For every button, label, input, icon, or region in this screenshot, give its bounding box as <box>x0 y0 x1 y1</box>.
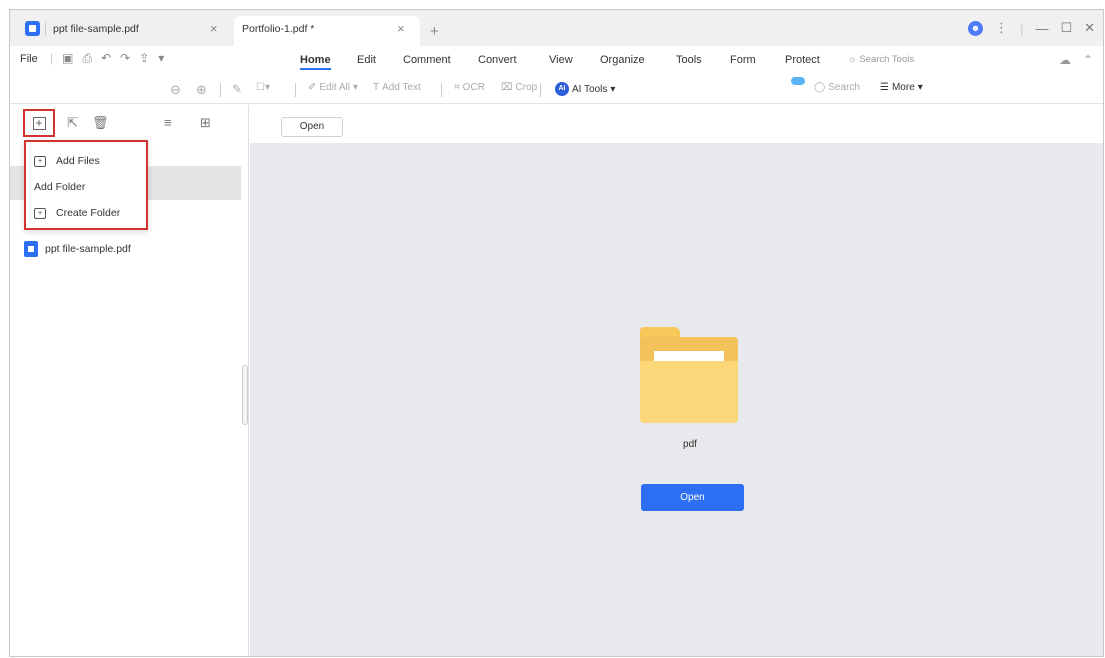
plus-icon: + <box>32 116 46 130</box>
file-item[interactable]: ppt file-sample.pdf <box>24 241 131 257</box>
menu-tools[interactable]: Tools <box>676 54 702 66</box>
ocr-icon: ⌗ <box>454 82 460 93</box>
search-tools[interactable]: ☼ Search Tools <box>848 54 914 65</box>
maximize-icon[interactable]: ☐ <box>1060 20 1072 36</box>
ribbon-toolbar: ⊖ ⊕ ✎ ☐▾ ✐ Edit All ▾ T Add Text ⌗ OCR ⌧ Crop… <box>10 74 1103 104</box>
redo-icon[interactable]: ↷ <box>120 51 130 66</box>
main-content: Open pdf Open <box>250 105 1103 656</box>
grid-view-icon[interactable]: ⊞ <box>200 115 211 131</box>
search-button[interactable]: ◯ Search <box>814 82 860 93</box>
pdf-file-icon <box>24 241 38 257</box>
new-tab-icon[interactable]: + <box>430 23 439 40</box>
close-icon[interactable]: × <box>397 21 405 36</box>
highlight-icon[interactable]: ✎ <box>232 82 242 96</box>
zoom-out-icon[interactable]: ⊖ <box>170 82 181 98</box>
menu-home[interactable]: Home <box>300 54 331 70</box>
menu-protect[interactable]: Protect <box>785 54 820 66</box>
quick-access: | ▣ ⎙ ↶ ↷ ⇪ ▾ <box>50 51 165 66</box>
menu-convert[interactable]: Convert <box>478 54 517 66</box>
text-icon: T <box>373 82 380 93</box>
app-logo-icon <box>25 21 40 36</box>
tab-title: Portfolio-1.pdf * <box>242 23 315 35</box>
menu-view[interactable]: View <box>549 54 573 66</box>
crop-icon: ⌧ <box>501 82 513 93</box>
extract-icon[interactable]: ⇱ <box>67 115 78 131</box>
share-icon[interactable]: ⇪ <box>139 51 149 66</box>
tab-ppt-file-sample[interactable]: ppt file-sample.pdf × <box>10 16 234 46</box>
menu-item-add-files[interactable]: + Add Files <box>26 148 146 174</box>
minimize-icon[interactable]: — <box>1035 21 1048 36</box>
lightbulb-icon: ☼ <box>848 54 857 65</box>
app-window: ppt file-sample.pdf × Portfolio-1.pdf * … <box>9 9 1104 657</box>
kebab-menu-icon[interactable]: ⋮ <box>995 20 1008 36</box>
tab-portfolio[interactable]: Portfolio-1.pdf * × <box>234 16 420 46</box>
shape-icon[interactable]: ☐▾ <box>256 82 270 93</box>
file-item-label: ppt file-sample.pdf <box>45 243 131 255</box>
add-file-icon: + <box>34 155 46 167</box>
cloud-icon[interactable]: ☁ <box>1059 53 1071 67</box>
ai-icon: AI <box>555 82 569 96</box>
edit-all-button[interactable]: ✐ Edit All ▾ <box>308 82 358 93</box>
trash-icon[interactable]: 🗑 <box>92 115 109 131</box>
save-icon[interactable]: ▣ <box>62 51 73 66</box>
folder-label: pdf <box>683 439 697 450</box>
menu-file[interactable]: File <box>20 53 38 65</box>
window-controls: ☻ ⋮ | — ☐ ✕ <box>968 20 1095 36</box>
tab-title: ppt file-sample.pdf <box>53 23 139 35</box>
menu-bar: File | ▣ ⎙ ↶ ↷ ⇪ ▾ Home Edit Comment Con… <box>10 46 1103 74</box>
add-dropdown-menu: + Add Files Add Folder + Create Folder <box>24 140 514 460</box>
ai-tools-button[interactable]: AI AI Tools ▾ <box>555 82 615 96</box>
add-button[interactable]: + <box>23 109 55 137</box>
pencil-icon: ✐ <box>308 82 317 93</box>
collapse-icon[interactable]: ⌃ <box>1083 53 1093 67</box>
panel-resize-handle[interactable] <box>242 365 248 425</box>
add-text-button[interactable]: T Add Text <box>373 82 421 93</box>
menu-item-create-folder[interactable]: + Create Folder <box>26 200 146 226</box>
menu-edit[interactable]: Edit <box>357 54 376 66</box>
print-icon[interactable]: ⎙ <box>82 51 92 66</box>
avatar[interactable]: ☻ <box>968 20 984 36</box>
folder-icon-large[interactable] <box>640 327 738 423</box>
create-folder-icon: + <box>34 207 46 219</box>
list-view-icon[interactable]: ≡ <box>164 115 172 130</box>
close-window-icon[interactable]: ✕ <box>1084 20 1095 36</box>
open-button-small[interactable]: Open <box>281 117 343 137</box>
menu-organize[interactable]: Organize <box>600 54 645 66</box>
ocr-button[interactable]: ⌗ OCR <box>454 82 485 93</box>
search-icon: ◯ <box>814 82 826 93</box>
menu-form[interactable]: Form <box>730 54 756 66</box>
more-icon: ☰ <box>880 82 889 93</box>
customize-icon[interactable]: ▾ <box>158 51 164 66</box>
open-button[interactable]: Open <box>641 484 744 511</box>
menu-item-add-folder[interactable]: Add Folder <box>26 174 514 460</box>
menu-comment[interactable]: Comment <box>403 54 451 66</box>
close-icon[interactable]: × <box>210 21 218 36</box>
more-button[interactable]: ☰ More ▾ <box>880 82 923 93</box>
tab-bar: ppt file-sample.pdf × Portfolio-1.pdf * … <box>10 10 1103 46</box>
zoom-in-icon[interactable]: ⊕ <box>196 82 207 98</box>
undo-icon[interactable]: ↶ <box>101 51 111 66</box>
new-badge <box>791 77 805 85</box>
crop-button[interactable]: ⌧ Crop <box>501 82 537 93</box>
